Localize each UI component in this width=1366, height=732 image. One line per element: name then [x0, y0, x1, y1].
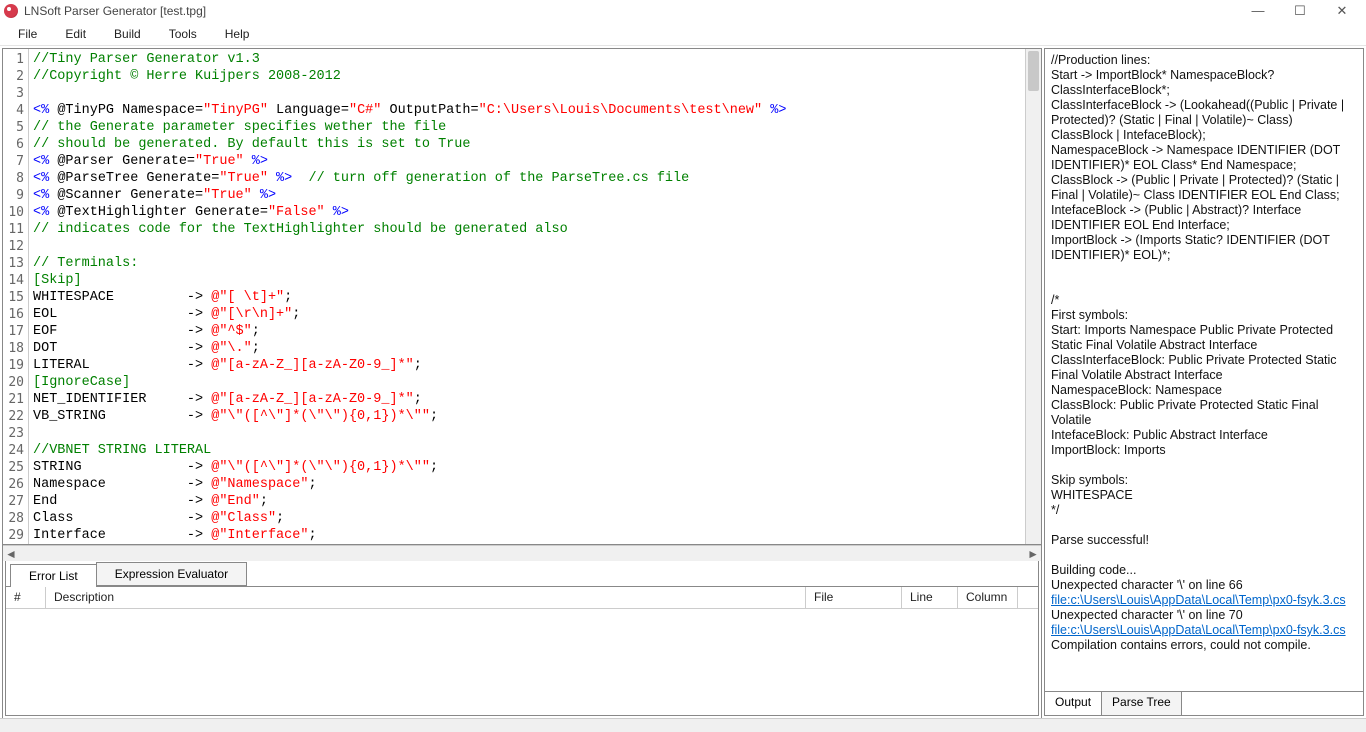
output-line: [1051, 263, 1357, 278]
output-line: ClassBlock: Public Private Protected Sta…: [1051, 398, 1357, 428]
output-line: NamespaceBlock -> Namespace IDENTIFIER (…: [1051, 143, 1357, 173]
menu-edit[interactable]: Edit: [53, 25, 98, 43]
code-line[interactable]: End -> @"End";: [33, 493, 1037, 510]
code-line[interactable]: [IgnoreCase]: [33, 374, 1037, 391]
output-line: Start: Imports Namespace Public Private …: [1051, 323, 1357, 353]
bottom-panel: Error ListExpression Evaluator #Descript…: [5, 561, 1039, 716]
title-bar: LNSoft Parser Generator [test.tpg] — ☐ ✕: [0, 0, 1366, 22]
code-line[interactable]: <% @Scanner Generate="True" %>: [33, 187, 1037, 204]
window-title: LNSoft Parser Generator [test.tpg]: [24, 4, 206, 18]
maximize-button[interactable]: ☐: [1288, 3, 1312, 19]
output-line: //Production lines:: [1051, 53, 1357, 68]
output-line: Building code...: [1051, 563, 1357, 578]
scroll-left-icon[interactable]: ◄: [5, 547, 17, 561]
output-line: ImportBlock: Imports: [1051, 443, 1357, 458]
output-line: First symbols:: [1051, 308, 1357, 323]
tab-error-list[interactable]: Error List: [10, 564, 97, 587]
code-line[interactable]: STRING -> @"\"([^\"]*(\"\"){0,1})*\"";: [33, 459, 1037, 476]
code-line[interactable]: <% @TextHighlighter Generate="False" %>: [33, 204, 1037, 221]
column-file[interactable]: File: [806, 587, 902, 608]
code-line[interactable]: // should be generated. By default this …: [33, 136, 1037, 153]
tab-expression-evaluator[interactable]: Expression Evaluator: [96, 562, 247, 586]
error-list-body: [6, 609, 1038, 715]
output-line: NamespaceBlock: Namespace: [1051, 383, 1357, 398]
code-line[interactable]: // the Generate parameter specifies weth…: [33, 119, 1037, 136]
output-line: [1051, 458, 1357, 473]
output-line: IntefaceBlock -> (Public | Abstract)? In…: [1051, 203, 1357, 233]
minimize-button[interactable]: —: [1246, 3, 1270, 19]
output-line: /*: [1051, 293, 1357, 308]
output-panel[interactable]: //Production lines:Start -> ImportBlock*…: [1045, 49, 1363, 691]
column-num[interactable]: #: [6, 587, 46, 608]
code-line[interactable]: EOF -> @"^$";: [33, 323, 1037, 340]
output-line: [1051, 518, 1357, 533]
output-file-link[interactable]: file:c:\Users\Louis\AppData\Local\Temp\p…: [1051, 593, 1346, 607]
code-editor[interactable]: //Tiny Parser Generator v1.3//Copyright …: [29, 49, 1041, 544]
output-line: ImportBlock -> (Imports Static? IDENTIFI…: [1051, 233, 1357, 263]
scroll-right-icon[interactable]: ►: [1027, 547, 1039, 561]
code-line[interactable]: //Tiny Parser Generator v1.3: [33, 51, 1037, 68]
code-line[interactable]: <% @TinyPG Namespace="TinyPG" Language="…: [33, 102, 1037, 119]
code-line[interactable]: [33, 238, 1037, 255]
output-file-link[interactable]: file:c:\Users\Louis\AppData\Local\Temp\p…: [1051, 623, 1346, 637]
code-line[interactable]: // indicates code for the TextHighlighte…: [33, 221, 1037, 238]
output-line: Compilation contains errors, could not c…: [1051, 638, 1357, 653]
code-line[interactable]: VB_STRING -> @"\"([^\"]*(\"\"){0,1})*\""…: [33, 408, 1037, 425]
output-line: Skip symbols:: [1051, 473, 1357, 488]
output-line: ClassInterfaceBlock: Public Private Prot…: [1051, 353, 1357, 383]
code-line[interactable]: Class -> @"Class";: [33, 510, 1037, 527]
line-gutter: 1234567891011121314151617181920212223242…: [3, 49, 29, 544]
code-line[interactable]: // Terminals:: [33, 255, 1037, 272]
output-line: ClassInterfaceBlock -> (Lookahead((Publi…: [1051, 98, 1357, 143]
column-line[interactable]: Line: [902, 587, 958, 608]
vertical-scrollbar[interactable]: [1025, 49, 1041, 544]
column-column[interactable]: Column: [958, 587, 1018, 608]
output-line: WHITESPACE: [1051, 488, 1357, 503]
menu-help[interactable]: Help: [213, 25, 262, 43]
code-line[interactable]: DOT -> @"\.";: [33, 340, 1037, 357]
horizontal-scrollbar[interactable]: ◄ ►: [3, 545, 1041, 561]
tab-output[interactable]: Output: [1045, 692, 1102, 715]
code-line[interactable]: [Skip]: [33, 272, 1037, 289]
code-line[interactable]: LITERAL -> @"[a-zA-Z_][a-zA-Z0-9_]*";: [33, 357, 1037, 374]
code-line[interactable]: [33, 425, 1037, 442]
code-line[interactable]: <% @Parser Generate="True" %>: [33, 153, 1037, 170]
column-description[interactable]: Description: [46, 587, 806, 608]
code-line[interactable]: EOL -> @"[\r\n]+";: [33, 306, 1037, 323]
output-error-line: Unexpected character '\' on line 70 file…: [1051, 608, 1357, 638]
output-error-line: Unexpected character '\' on line 66 file…: [1051, 578, 1357, 608]
output-line: Start -> ImportBlock* NamespaceBlock? Cl…: [1051, 68, 1357, 98]
status-bar: [0, 718, 1366, 732]
menu-file[interactable]: File: [6, 25, 49, 43]
output-line: ClassBlock -> (Public | Private | Protec…: [1051, 173, 1357, 203]
output-line: [1051, 278, 1357, 293]
app-icon: [4, 4, 18, 18]
close-button[interactable]: ✕: [1330, 3, 1354, 19]
output-line: IntefaceBlock: Public Abstract Interface: [1051, 428, 1357, 443]
menu-tools[interactable]: Tools: [157, 25, 209, 43]
code-line[interactable]: Interface -> @"Interface";: [33, 527, 1037, 544]
menu-build[interactable]: Build: [102, 25, 153, 43]
code-line[interactable]: //Copyright © Herre Kuijpers 2008-2012: [33, 68, 1037, 85]
output-line: [1051, 548, 1357, 563]
tab-parse-tree[interactable]: Parse Tree: [1102, 692, 1182, 715]
menu-bar: FileEditBuildToolsHelp: [0, 22, 1366, 46]
output-line: Parse successful!: [1051, 533, 1357, 548]
code-line[interactable]: NET_IDENTIFIER -> @"[a-zA-Z_][a-zA-Z0-9_…: [33, 391, 1037, 408]
code-line[interactable]: [33, 85, 1037, 102]
output-line: */: [1051, 503, 1357, 518]
code-line[interactable]: Namespace -> @"Namespace";: [33, 476, 1037, 493]
code-line[interactable]: //VBNET STRING LITERAL: [33, 442, 1037, 459]
code-line[interactable]: <% @ParseTree Generate="True" %> // turn…: [33, 170, 1037, 187]
code-line[interactable]: WHITESPACE -> @"[ \t]+";: [33, 289, 1037, 306]
